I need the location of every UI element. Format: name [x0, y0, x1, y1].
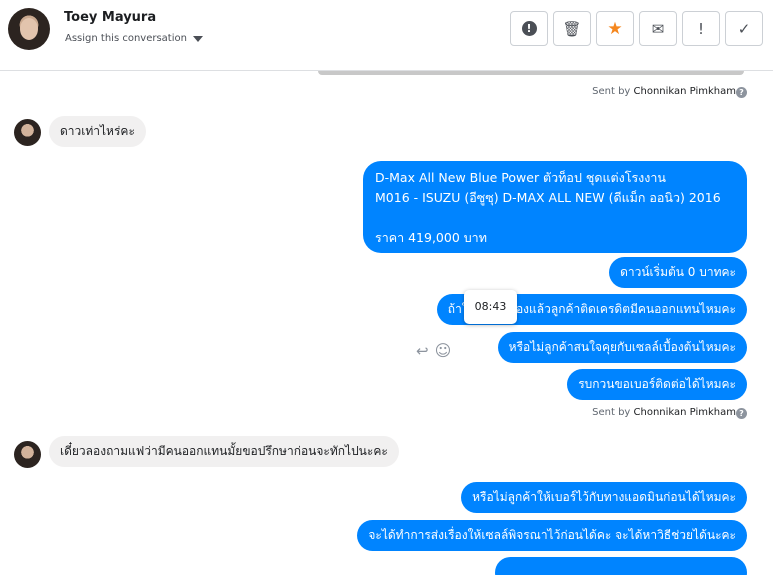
- follow-up-button[interactable]: !: [682, 11, 720, 46]
- avatar: [14, 441, 41, 468]
- checkmark-icon: ✓: [737, 19, 751, 38]
- assign-label: Assign this conversation: [65, 33, 187, 44]
- delete-button[interactable]: 🗑: [553, 11, 591, 46]
- outgoing-message[interactable]: หรือไม่ลูกค้าให้เบอร์ไว้กับทางแอดมินก่อน…: [461, 482, 747, 513]
- incoming-message[interactable]: เดี๋ยวลองถามแฟว่ามีคนออกแทนมั้ยขอปรึกษาก…: [49, 436, 399, 467]
- help-icon[interactable]: ?: [736, 408, 747, 419]
- message-thread[interactable]: Sent by Chonnikan Pimkham ? ดาวเท่าไหร่ค…: [0, 71, 773, 575]
- conversation-header: Toey Mayura Assign this conversation ! 🗑…: [0, 0, 773, 71]
- envelope-icon: ✉: [651, 19, 665, 38]
- message-line: ราคา 419,000 บาท: [375, 230, 487, 245]
- message-tools: ↩ ☺: [416, 343, 452, 360]
- alert-circle-icon: !: [521, 21, 537, 36]
- trash-icon: 🗑: [562, 19, 582, 38]
- avatar: [14, 119, 41, 146]
- outgoing-message[interactable]: จะได้ทำการส่งเรื่องให้เซลล์พิจรณาไว้ก่อน…: [357, 520, 747, 551]
- incoming-message[interactable]: ดาวเท่าไหร่คะ: [49, 116, 146, 147]
- reply-icon[interactable]: ↩: [416, 343, 429, 359]
- outgoing-message[interactable]: ดาวน์เริ่มต้น 0 บาทคะ: [609, 257, 747, 288]
- assign-conversation-dropdown[interactable]: Assign this conversation: [65, 33, 203, 44]
- exclamation-icon: !: [697, 19, 704, 38]
- star-icon: ★: [607, 18, 623, 39]
- image-attachment-edge[interactable]: [318, 71, 744, 75]
- outgoing-message-product[interactable]: D-Max All New Blue Power ตัวท็อป ชุดแต่ง…: [363, 161, 747, 253]
- chevron-down-icon: [192, 35, 203, 42]
- contact-name[interactable]: Toey Mayura: [64, 10, 156, 25]
- mark-done-button[interactable]: ✓: [725, 11, 763, 46]
- mark-spam-button[interactable]: !: [510, 11, 548, 46]
- outgoing-message-partial[interactable]: [495, 557, 747, 575]
- sender-name: Chonnikan Pimkham: [633, 86, 736, 97]
- message-line: [375, 208, 735, 228]
- email-button[interactable]: ✉: [639, 11, 677, 46]
- sent-by-label: Sent by Chonnikan Pimkham: [592, 86, 736, 97]
- star-button[interactable]: ★: [596, 11, 634, 46]
- timestamp-tooltip: 08:43: [464, 290, 517, 324]
- sent-by-label: Sent by Chonnikan Pimkham: [592, 407, 736, 418]
- conversation-actions: ! 🗑 ★ ✉ ! ✓: [510, 11, 763, 46]
- message-line: D-Max All New Blue Power ตัวท็อป ชุดแต่ง…: [375, 170, 666, 185]
- contact-avatar[interactable]: [8, 8, 50, 50]
- outgoing-message[interactable]: รบกวนขอเบอร์ติดต่อได้ไหมคะ: [567, 369, 747, 400]
- outgoing-message[interactable]: หรือไม่ลูกค้าสนใจคุยกับเซลล์เบื้องต้นไหม…: [497, 332, 747, 363]
- message-line: M016 - ISUZU (อีซูซุ) D-MAX ALL NEW (ดีแ…: [375, 190, 721, 205]
- sender-name: Chonnikan Pimkham: [633, 407, 736, 418]
- emoji-reaction-icon[interactable]: ☺: [435, 343, 452, 359]
- help-icon[interactable]: ?: [736, 87, 747, 98]
